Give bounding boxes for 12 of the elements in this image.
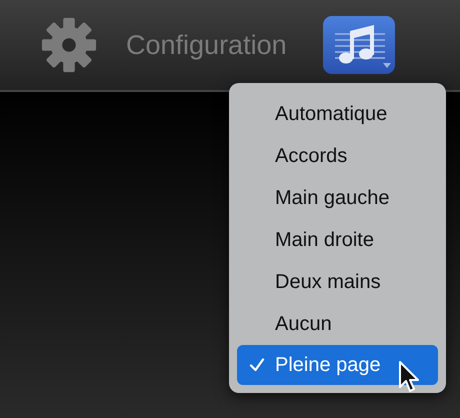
settings-icon[interactable] <box>40 16 98 74</box>
menu-item[interactable]: Automatique <box>237 93 438 135</box>
checkmark-icon <box>249 357 265 373</box>
menu-item[interactable]: Deux mains <box>237 261 438 303</box>
menu-item[interactable]: Aucun <box>237 303 438 345</box>
menu-item[interactable]: Pleine page <box>237 345 438 385</box>
menu-item[interactable]: Main gauche <box>237 177 438 219</box>
music-button[interactable] <box>322 16 395 74</box>
toolbar-title: Configuration <box>126 30 287 60</box>
menu-item[interactable]: Accords <box>237 135 438 177</box>
pointer-cursor-icon <box>398 360 422 394</box>
menu-item[interactable]: Main droite <box>237 219 438 261</box>
